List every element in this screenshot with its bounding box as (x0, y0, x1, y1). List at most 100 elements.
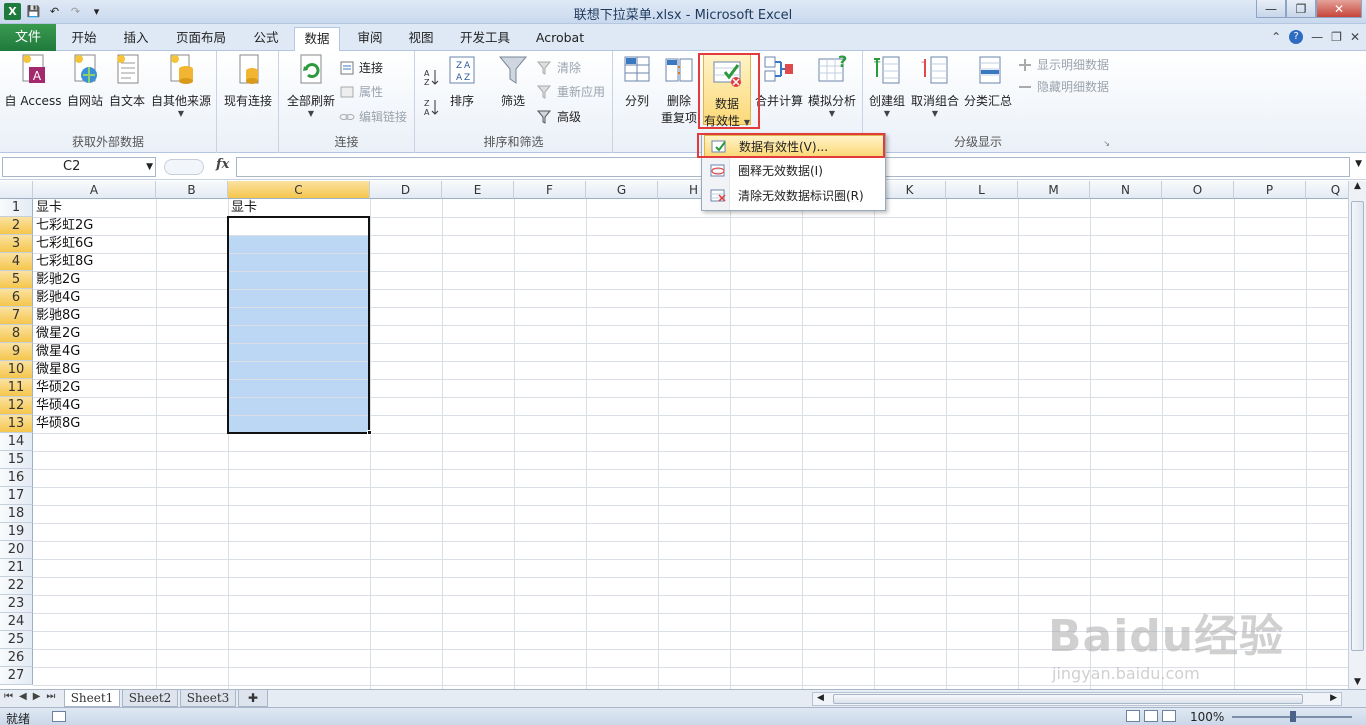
cell-a9[interactable]: 微星4G (33, 343, 156, 361)
horizontal-scrollbar[interactable]: ◀ ▶ (812, 692, 1342, 706)
scroll-down-icon[interactable]: ▼ (1349, 677, 1366, 687)
column-header-p[interactable]: P (1234, 181, 1306, 199)
page-layout-view-icon[interactable] (1144, 710, 1158, 722)
row-header-22[interactable]: 22 (0, 577, 33, 595)
clear-filter-button[interactable]: 清除 (537, 59, 581, 76)
connections-button[interactable]: 连接 (339, 59, 383, 76)
row-header-1[interactable]: 1 (0, 199, 33, 217)
row-header-11[interactable]: 11 (0, 379, 33, 397)
row-header-9[interactable]: 9 (0, 343, 33, 361)
row-header-6[interactable]: 6 (0, 289, 33, 307)
reapply-button[interactable]: 重新应用 (537, 83, 605, 100)
column-header-g[interactable]: G (586, 181, 658, 199)
column-header-m[interactable]: M (1018, 181, 1090, 199)
row-header-2[interactable]: 2 (0, 217, 33, 235)
text-to-columns-button[interactable]: 分列 (619, 53, 655, 109)
row-header-25[interactable]: 25 (0, 631, 33, 649)
fill-handle[interactable] (367, 430, 372, 435)
close-button[interactable]: ✕ (1316, 0, 1362, 18)
hide-detail-button[interactable]: 隐藏明细数据 (1017, 78, 1109, 95)
column-header-a[interactable]: A (33, 181, 156, 199)
properties-button[interactable]: 属性 (339, 83, 383, 100)
column-header-n[interactable]: N (1090, 181, 1162, 199)
tab-home[interactable]: 开始 (62, 27, 106, 51)
name-box-dropdown-icon[interactable]: ▼ (146, 158, 153, 176)
what-if-analysis-button[interactable]: ? 模拟分析 ▼ (805, 53, 859, 118)
tab-page-layout[interactable]: 页面布局 (166, 27, 236, 51)
name-box[interactable]: C2 ▼ (2, 157, 156, 177)
cell-a4[interactable]: 七彩虹8G (33, 253, 156, 271)
from-text-button[interactable]: 自文本 (106, 53, 148, 109)
expand-formula-bar-icon[interactable]: ▼ (1355, 159, 1362, 169)
row-header-24[interactable]: 24 (0, 613, 33, 631)
doc-minimize-icon[interactable]: — (1311, 30, 1323, 44)
row-header-26[interactable]: 26 (0, 649, 33, 667)
normal-view-icon[interactable] (1126, 710, 1140, 722)
sort-ascending-button[interactable]: AZ (423, 67, 439, 87)
advanced-filter-button[interactable]: 高级 (537, 108, 581, 125)
row-header-23[interactable]: 23 (0, 595, 33, 613)
tab-formulas[interactable]: 公式 (244, 27, 288, 51)
row-header-7[interactable]: 7 (0, 307, 33, 325)
from-web-button[interactable]: 自网站 (64, 53, 106, 109)
column-header-d[interactable]: D (370, 181, 442, 199)
page-break-view-icon[interactable] (1162, 710, 1176, 722)
row-header-27[interactable]: 27 (0, 667, 33, 685)
sheet-tab-sheet3[interactable]: Sheet3 (180, 690, 236, 707)
macro-record-icon[interactable] (52, 711, 66, 722)
cell-a10[interactable]: 微星8G (33, 361, 156, 379)
sheet-tab-sheet1[interactable]: Sheet1 (64, 690, 120, 707)
column-header-c[interactable]: C (228, 181, 370, 199)
row-header-8[interactable]: 8 (0, 325, 33, 343)
column-header-e[interactable]: E (442, 181, 514, 199)
existing-connections-button[interactable]: 现有连接 (219, 53, 277, 109)
zoom-level[interactable]: 100% (1190, 710, 1224, 724)
column-header-b[interactable]: B (156, 181, 228, 199)
vertical-scrollbar[interactable]: ▲ ▼ (1348, 181, 1366, 689)
scroll-left-icon[interactable]: ◀ (817, 693, 824, 703)
minimize-button[interactable]: — (1256, 0, 1286, 18)
cell-a1[interactable]: 显卡 (33, 199, 156, 217)
sheet-tab-sheet2[interactable]: Sheet2 (122, 690, 178, 707)
prev-sheet-icon[interactable]: ◀ (19, 691, 27, 702)
cell-a2[interactable]: 七彩虹2G (33, 217, 156, 235)
filter-button[interactable]: 筛选 (495, 53, 531, 109)
row-header-20[interactable]: 20 (0, 541, 33, 559)
zoom-slider-knob[interactable] (1290, 711, 1296, 722)
row-header-17[interactable]: 17 (0, 487, 33, 505)
from-access-button[interactable]: A 自 Access (2, 53, 64, 109)
cell-a8[interactable]: 微星2G (33, 325, 156, 343)
row-header-10[interactable]: 10 (0, 361, 33, 379)
doc-restore-icon[interactable]: ❐ (1331, 30, 1342, 44)
row-header-19[interactable]: 19 (0, 523, 33, 541)
insert-sheet-icon[interactable]: ✚ (238, 690, 268, 707)
select-all-corner[interactable] (0, 181, 33, 199)
cell-a11[interactable]: 华硕2G (33, 379, 156, 397)
tab-developer[interactable]: 开发工具 (451, 27, 519, 51)
menu-item-circle-invalid[interactable]: 圈释无效数据(I) (704, 160, 884, 182)
tab-file[interactable]: 文件 (0, 24, 56, 51)
doc-close-icon[interactable]: ✕ (1350, 30, 1360, 44)
tab-view[interactable]: 视图 (399, 27, 443, 51)
menu-item-clear-circles[interactable]: 清除无效数据标识圈(R) (704, 185, 884, 207)
tab-review[interactable]: 审阅 (348, 27, 392, 51)
row-header-4[interactable]: 4 (0, 253, 33, 271)
sort-descending-button[interactable]: ZA (423, 97, 439, 117)
from-other-sources-button[interactable]: 自其他来源 ▼ (148, 53, 214, 118)
row-header-15[interactable]: 15 (0, 451, 33, 469)
row-header-12[interactable]: 12 (0, 397, 33, 415)
cell-a7[interactable]: 影驰8G (33, 307, 156, 325)
cell-a3[interactable]: 七彩虹6G (33, 235, 156, 253)
column-header-q[interactable]: Q (1306, 181, 1348, 199)
tab-data[interactable]: 数据 (294, 27, 340, 52)
subtotal-button[interactable]: 分类汇总 (963, 53, 1013, 109)
collapse-ribbon-icon[interactable]: ⌃ (1271, 30, 1281, 44)
cell-c1[interactable]: 显卡 (228, 199, 370, 217)
group-button[interactable]: + 创建组 ▼ (867, 53, 907, 118)
cell-a5[interactable]: 影驰2G (33, 271, 156, 289)
column-header-l[interactable]: L (946, 181, 1018, 199)
help-icon[interactable]: ? (1289, 30, 1304, 44)
formula-bar-resize-handle[interactable] (164, 159, 204, 175)
scroll-up-icon[interactable]: ▲ (1349, 181, 1366, 191)
horizontal-scroll-thumb[interactable] (833, 694, 1303, 704)
